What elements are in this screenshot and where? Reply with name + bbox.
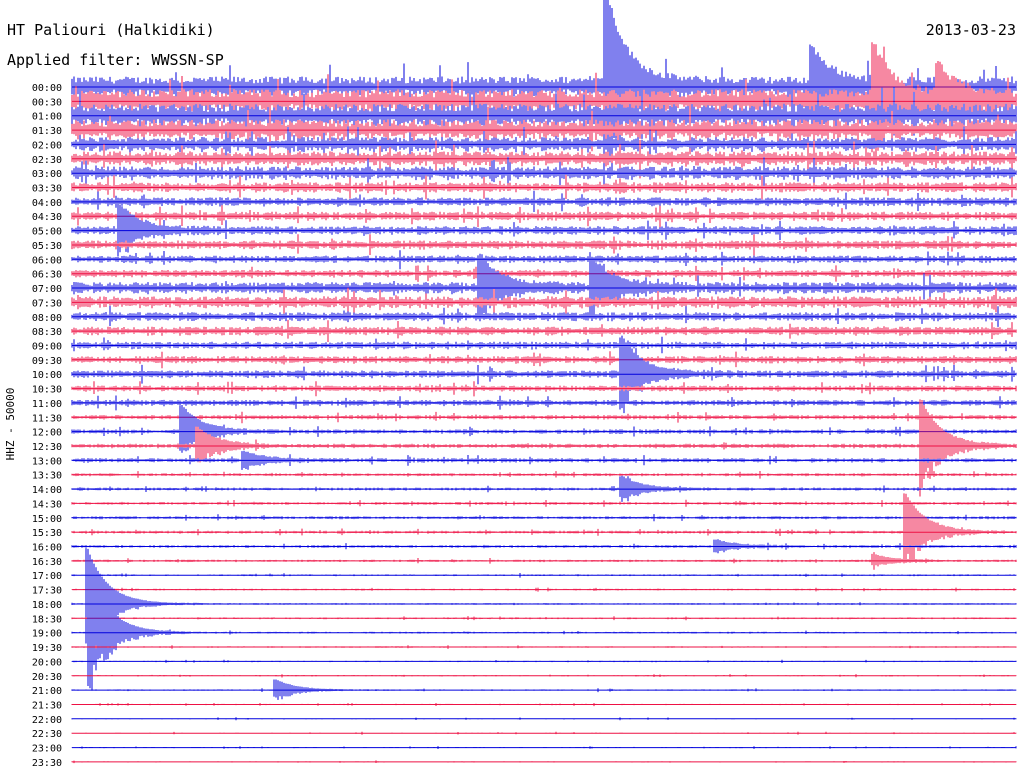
row-time-label: 10:00 (32, 370, 62, 381)
station-title: HT Paliouri (Halkidiki) (7, 21, 215, 39)
row-time-label: 02:00 (32, 140, 62, 151)
row-time-label: 15:00 (32, 514, 62, 525)
trace-row (71, 674, 1017, 678)
row-time-label: 17:30 (32, 586, 62, 597)
row-time-label: 14:00 (32, 485, 62, 496)
row-time-label: 23:00 (32, 744, 62, 755)
trace-row (71, 731, 1017, 735)
row-time-label: 18:30 (32, 614, 62, 625)
row-time-label: 21:00 (32, 686, 62, 697)
row-time-label: 00:00 (32, 83, 62, 94)
trace-row (71, 395, 1017, 411)
filter-label: Applied filter: WWSSN-SP (7, 51, 224, 69)
row-time-label: 02:30 (32, 155, 62, 166)
row-time-label: 15:30 (32, 528, 62, 539)
row-time-label: 12:00 (32, 428, 62, 439)
row-time-label: 00:30 (32, 97, 62, 108)
row-time-label: 03:00 (32, 169, 62, 180)
trace-row (71, 659, 1017, 663)
trace-row (71, 351, 1017, 369)
trace-row (71, 746, 1017, 749)
trace-row (71, 234, 1017, 256)
trace-row (71, 336, 1017, 354)
row-time-label: 18:00 (32, 600, 62, 611)
row-time-label: 17:00 (32, 571, 62, 582)
trace-row (71, 760, 1017, 764)
row-time-label: 23:30 (32, 758, 62, 769)
channel-scale-label: HHZ - 50000 (4, 388, 17, 461)
row-time-label: 06:00 (32, 255, 62, 266)
row-time-label: 20:30 (32, 672, 62, 683)
row-time-label: 22:30 (32, 729, 62, 740)
row-time-label: 03:30 (32, 184, 62, 195)
row-time-label: 20:00 (32, 657, 62, 668)
trace-row (71, 616, 1017, 621)
helicorder-chart: HT Paliouri (Halkidiki) 2013-03-23 Appli… (4, 0, 1017, 769)
row-time-label: 21:30 (32, 700, 62, 711)
trace-row (71, 703, 1017, 707)
trace-row (71, 645, 1017, 649)
trace-row (71, 573, 1017, 578)
row-time-label: 05:00 (32, 227, 62, 238)
trace-row (71, 514, 1017, 522)
trace-group (71, 0, 1017, 764)
row-time-label: 01:30 (32, 126, 62, 137)
trace-row (71, 250, 1017, 270)
trace-row (71, 202, 1017, 256)
trace-row (71, 539, 1017, 554)
row-time-label: 04:00 (32, 198, 62, 209)
trace-row (71, 174, 1017, 200)
trace-row (71, 499, 1017, 507)
trace-row (71, 679, 1017, 700)
trace-row (71, 205, 1017, 228)
row-time-label: 06:30 (32, 270, 62, 281)
row-time-label: 14:30 (32, 499, 62, 510)
row-time-label: 07:00 (32, 284, 62, 295)
row-time-label: 10:30 (32, 385, 62, 396)
trace-row (71, 717, 1017, 721)
row-time-label: 19:30 (32, 643, 62, 654)
row-time-label: 07:30 (32, 298, 62, 309)
row-time-label: 22:00 (32, 715, 62, 726)
trace-row (71, 475, 1017, 502)
trace-row (71, 381, 1017, 397)
row-time-label: 13:00 (32, 456, 62, 467)
trace-row (71, 552, 1017, 570)
trace-row (71, 471, 1017, 479)
trace-row (71, 190, 1017, 212)
date-label: 2013-03-23 (926, 21, 1016, 39)
trace-row (71, 399, 1017, 497)
row-time-label: 13:30 (32, 471, 62, 482)
trace-row (71, 305, 1017, 327)
trace-row (71, 265, 1017, 282)
row-time-label: 16:30 (32, 557, 62, 568)
row-time-label: 16:00 (32, 543, 62, 554)
row-time-label: 11:30 (32, 413, 62, 424)
row-time-label: 09:30 (32, 356, 62, 367)
time-label-group: 00:00 00:30 01:00 01:30 02:00 02:30 03:00 03:30… (32, 83, 62, 769)
row-time-label: 12:30 (32, 442, 62, 453)
trace-row (71, 411, 1017, 424)
row-time-label: 19:00 (32, 629, 62, 640)
row-time-label: 08:00 (32, 313, 62, 324)
row-time-label: 09:00 (32, 341, 62, 352)
trace-row (71, 319, 1017, 342)
row-time-label: 04:30 (32, 212, 62, 223)
row-time-label: 05:30 (32, 241, 62, 252)
row-time-label: 01:00 (32, 112, 62, 123)
row-time-label: 08:30 (32, 327, 62, 338)
row-time-label: 11:00 (32, 399, 62, 410)
trace-row (71, 587, 1017, 592)
